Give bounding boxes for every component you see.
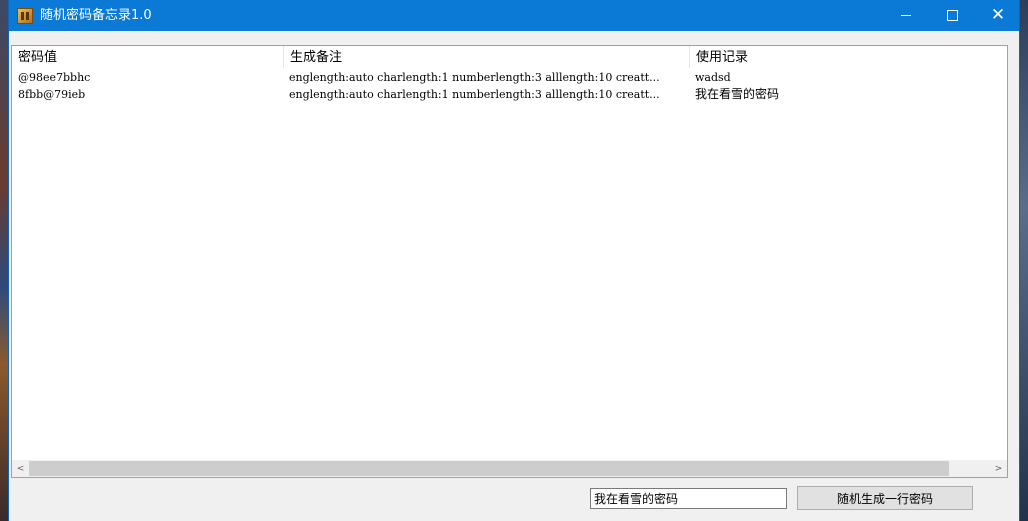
app-window: 随机密码备忘录1.0 ✕ 密码值 生成备注 使用记录 @98ee7bbhc en… (8, 0, 1020, 521)
window-title: 随机密码备忘录1.0 (40, 8, 152, 23)
note-cell: englength:auto charlength:1 numberlength… (289, 88, 660, 101)
scrollbar-thumb[interactable] (29, 461, 949, 476)
password-list[interactable]: 密码值 生成备注 使用记录 @98ee7bbhc englength:auto … (11, 45, 1008, 478)
list-rows: @98ee7bbhc englength:auto charlength:1 n… (12, 69, 1007, 103)
column-header-password[interactable]: 密码值 (12, 46, 283, 69)
maximize-icon (946, 10, 958, 21)
note-cell: englength:auto charlength:1 numberlength… (289, 71, 660, 84)
app-icon (17, 8, 33, 24)
generate-password-button[interactable]: 随机生成一行密码 (797, 486, 973, 510)
title-bar[interactable]: 随机密码备忘录1.0 ✕ (9, 0, 1019, 31)
column-header-usage[interactable]: 使用记录 (690, 46, 1007, 69)
note-input[interactable] (590, 488, 787, 509)
password-cell: 8fbb@79ieb (18, 88, 86, 101)
table-row[interactable]: 8fbb@79ieb englength:auto charlength:1 n… (12, 86, 1007, 103)
minimize-button[interactable] (883, 0, 929, 31)
password-cell: @98ee7bbhc (18, 71, 91, 84)
usage-cell: 我在看雪的密码 (695, 87, 780, 101)
scroll-left-icon[interactable]: < (12, 460, 29, 477)
minimize-icon (901, 15, 911, 16)
maximize-button[interactable] (929, 0, 975, 31)
scroll-right-icon[interactable]: > (990, 460, 1007, 477)
table-row[interactable]: @98ee7bbhc englength:auto charlength:1 n… (12, 69, 1007, 86)
close-button[interactable]: ✕ (975, 0, 1021, 31)
column-header-note[interactable]: 生成备注 (284, 46, 689, 69)
horizontal-scrollbar[interactable]: < > (12, 460, 1007, 477)
list-header: 密码值 生成备注 使用记录 (12, 46, 1007, 69)
desktop-background-right (1020, 0, 1028, 521)
close-icon: ✕ (990, 5, 1006, 25)
usage-cell: wadsd (695, 71, 731, 84)
